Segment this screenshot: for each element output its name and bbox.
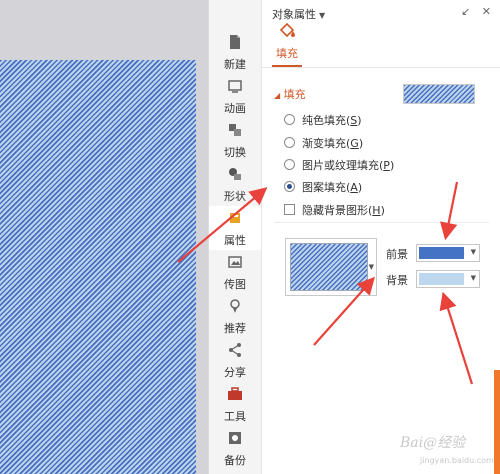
sidebar-item-animation[interactable]: 动画	[209, 74, 261, 118]
option-label: 渐变填充	[302, 137, 346, 150]
sidebar-item-label: 切换	[224, 146, 246, 159]
paint-bucket-icon	[279, 22, 295, 38]
sidebar-item-share[interactable]: 分享	[209, 338, 261, 382]
hide-background-checkbox[interactable]: 隐藏背景图形(H)	[284, 202, 385, 218]
backup-icon	[229, 432, 241, 444]
panel-title-icons: ↙ ✕	[453, 5, 491, 18]
chevron-down-icon: ▼	[319, 11, 326, 20]
watermark-logo: Bai@经验	[400, 435, 466, 451]
foreground-color-dropdown[interactable]: ▼	[416, 244, 480, 262]
background-color-swatch	[419, 273, 464, 285]
collapse-triangle-icon: ◢	[274, 91, 281, 100]
recommend-icon	[230, 299, 240, 313]
sidebar-item-label: 新建	[224, 58, 246, 71]
sidebar-item-label: 传图	[224, 278, 246, 291]
properties-icon	[230, 213, 240, 223]
sidebar-item-label: 动画	[224, 102, 246, 115]
collapse-icon[interactable]: ↙	[461, 5, 470, 18]
option-hotkey: A	[350, 181, 358, 194]
orange-edge-strip	[494, 370, 500, 474]
fill-section-label: 填充	[283, 88, 306, 101]
radio-button-selected[interactable]	[284, 181, 295, 192]
picture-texture-fill-option[interactable]: 图片或纹理填充(P)	[284, 157, 394, 173]
sidebar-item-toolbox[interactable]: 工具	[209, 382, 261, 426]
background-color-dropdown[interactable]: ▼	[416, 270, 480, 288]
sidebar-item-label: 备份	[224, 454, 246, 467]
sidebar-item-transition[interactable]: 切换	[209, 118, 261, 162]
watermark-url: jingyan.baidu.com	[420, 456, 494, 465]
shapes-icon	[229, 168, 241, 180]
pattern-fill-option[interactable]: 图案填充(A)	[284, 179, 362, 195]
option-label: 图案填充	[302, 181, 346, 194]
sidebar-item-shapes[interactable]: 形状	[209, 162, 261, 206]
sidebar-item-upload-image[interactable]: 传图	[209, 250, 261, 294]
close-icon[interactable]: ✕	[482, 5, 491, 18]
solid-fill-option[interactable]: 纯色填充(S)	[284, 112, 362, 128]
chevron-down-icon: ▼	[470, 248, 476, 256]
pattern-picker[interactable]: ▼	[285, 238, 377, 296]
sidebar: 新建 动画 切换 形状 属性 传图 推荐 分享 工具 备份	[208, 0, 262, 474]
pattern-preview	[290, 243, 368, 291]
sidebar-item-new[interactable]: 新建	[209, 30, 261, 74]
sidebar-item-label: 工具	[224, 410, 246, 423]
checkbox-label: 隐藏背景图形	[302, 204, 368, 217]
background-label: 背景	[386, 274, 408, 287]
object-properties-panel: 对象属性 ▼ ↙ ✕ 填充 ◢ 填充 纯色填充(S) 渐变填充(G) 图片或纹理填…	[261, 0, 500, 474]
upload-image-icon	[228, 256, 242, 268]
tab-divider	[262, 67, 500, 68]
sidebar-item-label: 分享	[224, 366, 246, 379]
checkbox-hotkey: H	[372, 204, 381, 217]
sidebar-item-recommend[interactable]: 推荐	[209, 294, 261, 338]
divider	[274, 222, 489, 223]
gradient-fill-option[interactable]: 渐变填充(G)	[284, 135, 363, 151]
sidebar-item-label: 属性	[224, 234, 246, 247]
option-label: 图片或纹理填充	[302, 159, 379, 172]
fill-preview-swatch	[403, 84, 475, 104]
radio-button[interactable]	[284, 114, 295, 125]
chevron-down-icon: ▼	[470, 274, 476, 282]
share-icon	[229, 343, 241, 357]
panel-title-text: 对象属性	[272, 8, 316, 21]
tab-fill[interactable]: 填充	[273, 22, 301, 61]
panel-title[interactable]: 对象属性 ▼	[272, 6, 325, 22]
sidebar-item-label: 推荐	[224, 322, 246, 335]
animation-icon	[228, 80, 242, 93]
option-hotkey: P	[383, 159, 390, 172]
tab-fill-label: 填充	[276, 47, 298, 60]
radio-button[interactable]	[284, 159, 295, 170]
new-file-icon	[230, 35, 240, 49]
foreground-color-swatch	[419, 247, 464, 259]
transition-icon	[229, 124, 241, 136]
option-label: 纯色填充	[302, 114, 346, 127]
toolbox-icon	[228, 387, 242, 400]
chevron-down-icon: ▼	[368, 263, 374, 271]
sidebar-item-properties[interactable]: 属性	[209, 206, 261, 250]
foreground-label: 前景	[386, 248, 408, 261]
checkbox[interactable]	[284, 204, 295, 215]
sidebar-item-label: 形状	[224, 190, 246, 203]
radio-button[interactable]	[284, 137, 295, 148]
slide-pattern-fill[interactable]	[0, 60, 196, 474]
option-hotkey: G	[350, 137, 359, 150]
option-hotkey: S	[350, 114, 358, 127]
sidebar-item-backup[interactable]: 备份	[209, 426, 261, 470]
fill-section-header[interactable]: ◢ 填充	[274, 86, 306, 102]
